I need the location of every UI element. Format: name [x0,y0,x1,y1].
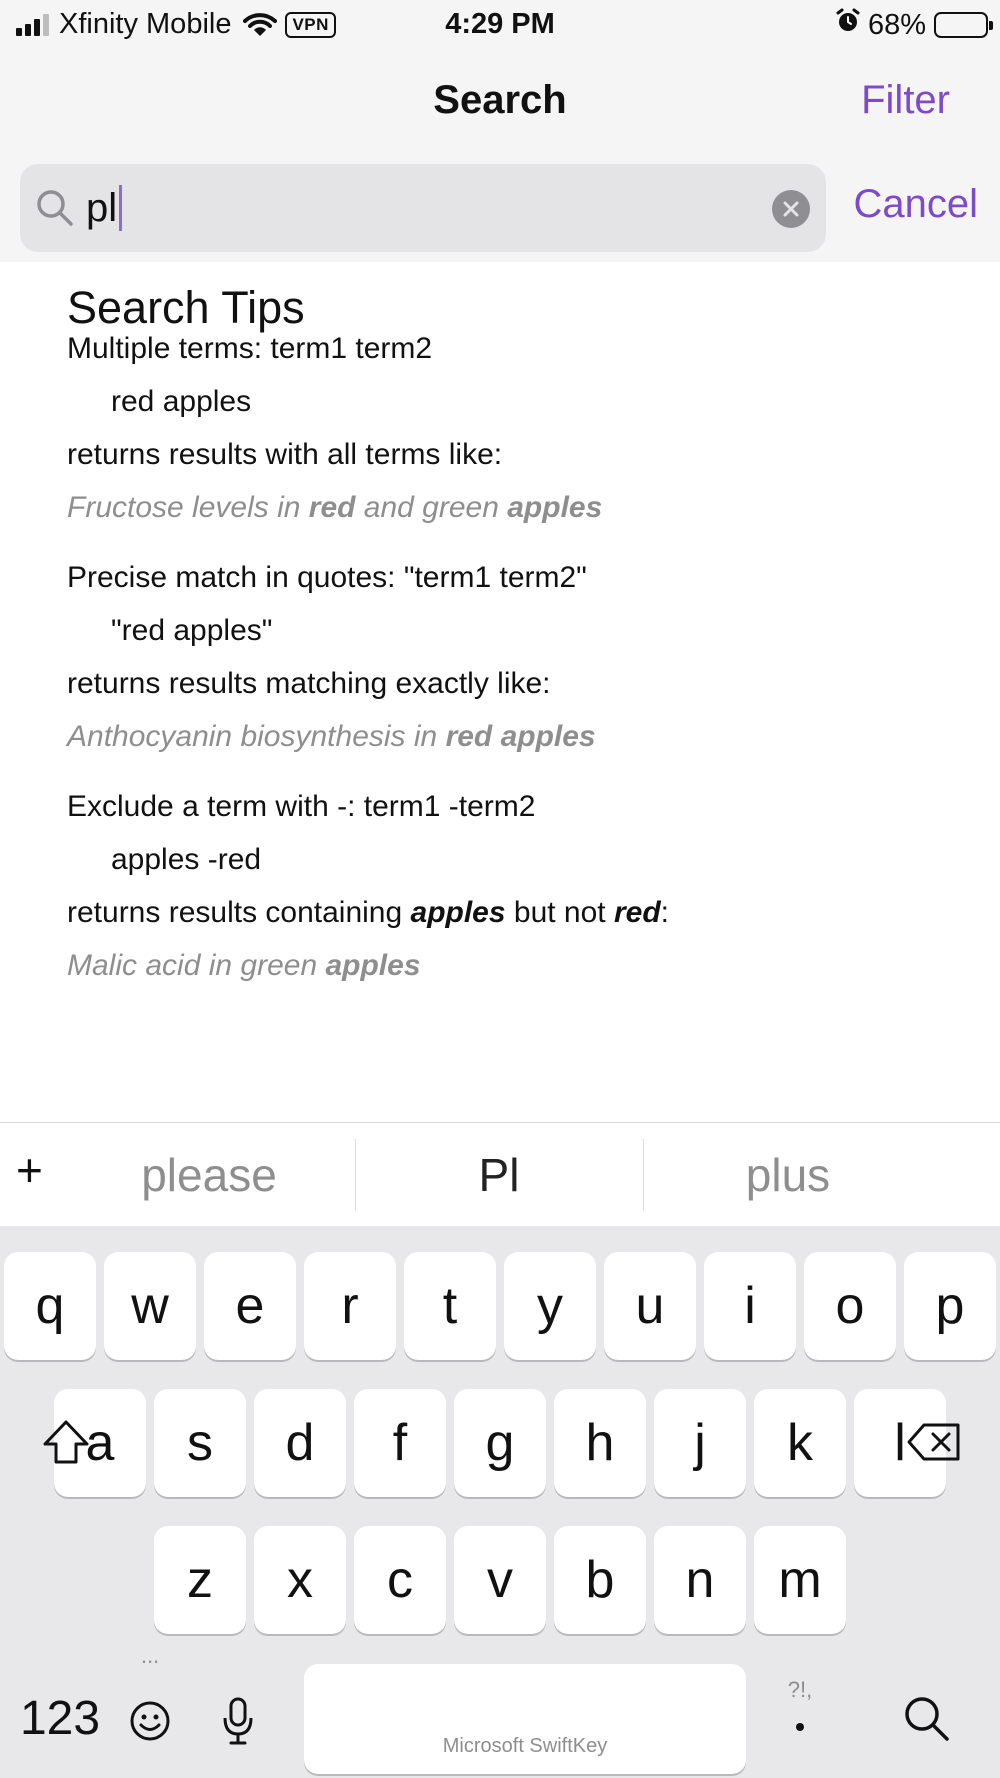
tip-multiple-heading: Multiple terms: term1 term2 [67,332,433,365]
close-icon [783,201,799,217]
key-f[interactable]: f [354,1389,446,1497]
shift-key[interactable] [30,1388,102,1496]
key-s[interactable]: s [154,1389,246,1497]
backspace-key[interactable] [894,1388,974,1496]
microphone-icon [223,1697,253,1745]
suggestion-item[interactable]: Pl [355,1123,643,1227]
tip-multiple-example: red apples [111,385,252,418]
alarm-icon [836,8,860,42]
space-key[interactable]: Microsoft SwiftKey [304,1664,746,1774]
key-v[interactable]: v [454,1526,546,1634]
key-b[interactable]: b [554,1526,646,1634]
suggestion-item[interactable]: please [64,1123,354,1227]
search-query: pl [86,185,118,230]
period-key[interactable] [772,1702,828,1752]
battery-percent: 68% [867,8,926,41]
key-j[interactable]: j [654,1389,746,1497]
battery-icon [934,12,993,38]
numbers-key[interactable]: 123 [18,1676,102,1760]
shift-icon [43,1420,89,1464]
key-d[interactable]: d [254,1389,346,1497]
emoji-key[interactable] [124,1686,176,1756]
tip-precise-result: Anthocyanin biosynthesis in red apples [67,720,596,753]
key-m[interactable]: m [754,1526,846,1634]
status-bar: Xfinity Mobile VPN 4:29 PM 68% [0,0,1000,50]
punctuation-hint: ?!, [787,1677,813,1702]
key-k[interactable]: k [754,1389,846,1497]
search-tips-title: Search Tips [67,282,305,333]
search-input-text[interactable]: pl [86,185,123,231]
key-i[interactable]: i [704,1252,796,1360]
search-row: pl Cancel [0,164,1000,252]
key-y[interactable]: y [504,1252,596,1360]
search-input[interactable]: pl [20,164,826,252]
page-title: Search [433,78,567,122]
cancel-button[interactable]: Cancel [853,182,978,227]
tip-exclude-example: apples -red [111,843,262,876]
suggestion-bar: + please Pl plus [0,1122,1000,1226]
tip-multiple-description: returns results with all terms like: [67,438,503,471]
space-key-label: Microsoft SwiftKey [442,1735,608,1757]
emoji-icon [130,1701,170,1741]
status-right: 68% [836,8,993,42]
key-o[interactable]: o [804,1252,896,1360]
period-icon [796,1723,804,1731]
suggestion-expand-button[interactable]: + [16,1143,43,1197]
key-t[interactable]: t [404,1252,496,1360]
clear-search-button[interactable] [772,190,810,228]
tip-exclude-heading: Exclude a term with -: term1 -term2 [67,790,536,823]
tip-precise-description: returns results matching exactly like: [67,667,551,700]
backspace-icon [907,1423,960,1461]
key-g[interactable]: g [454,1389,546,1497]
header-area: Xfinity Mobile VPN 4:29 PM 68% Search Fi… [0,0,1000,262]
search-icon [37,190,73,226]
key-n[interactable]: n [654,1526,746,1634]
microphone-key[interactable] [212,1686,264,1756]
key-e[interactable]: e [204,1252,296,1360]
key-u[interactable]: u [604,1252,696,1360]
keyboard: qwertyuiop asdfghjkl zxcvbnm 123 ... Mic… [0,1226,1000,1778]
search-icon [905,1697,949,1741]
key-x[interactable]: x [254,1526,346,1634]
tip-exclude-result: Malic acid in green apples [67,949,421,982]
tip-precise-example: "red apples" [111,614,273,647]
key-q[interactable]: q [4,1252,96,1360]
tip-multiple-result: Fructose levels in red and green apples [67,491,603,524]
key-w[interactable]: w [104,1252,196,1360]
key-p[interactable]: p [904,1252,996,1360]
text-caret [119,185,123,231]
suggestion-item[interactable]: plus [644,1123,932,1227]
key-r[interactable]: r [304,1252,396,1360]
more-options-indicator: ... [140,1643,160,1668]
filter-button[interactable]: Filter [861,78,950,123]
key-h[interactable]: h [554,1389,646,1497]
search-key[interactable] [896,1676,956,1760]
tip-exclude-description: returns results containing apples but no… [67,896,670,929]
tip-precise-heading: Precise match in quotes: "term1 term2" [67,561,587,594]
key-c[interactable]: c [354,1526,446,1634]
navigation-bar: Search Filter [0,60,1000,144]
key-z[interactable]: z [154,1526,246,1634]
